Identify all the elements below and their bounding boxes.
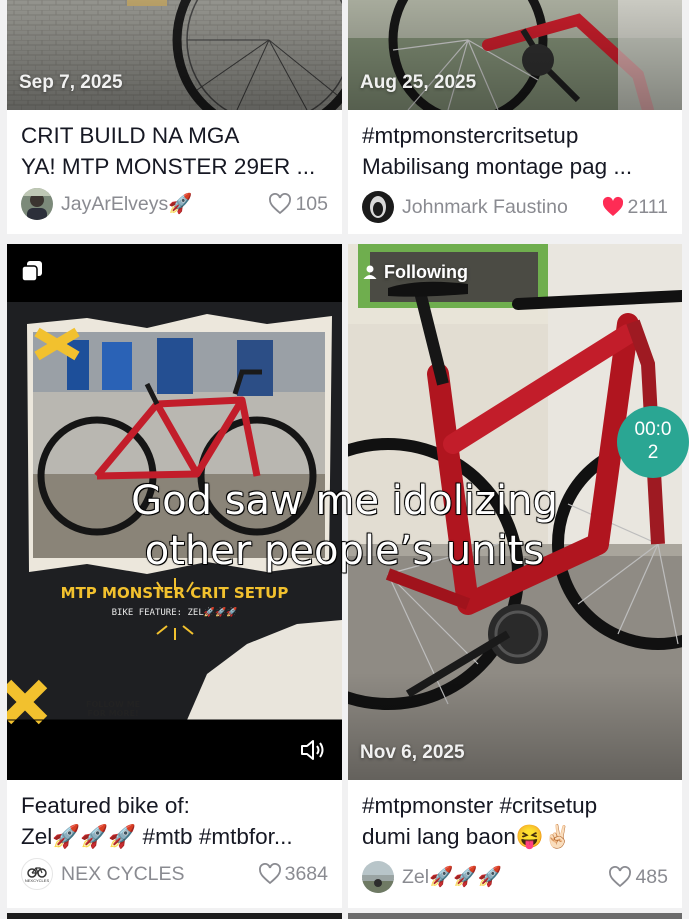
video-card-4[interactable]: Following Nov 6, 2025 #mtpmonster #crits…	[348, 244, 682, 908]
like-count-value: 485	[635, 865, 668, 888]
video-thumbnail-1[interactable]: Sep 7, 2025	[7, 0, 342, 110]
video-title-line2: dumi lang baon😝✌🏻	[362, 824, 572, 849]
video-title-line1: CRIT BUILD NA MGA	[21, 123, 240, 148]
like-count-value: 105	[295, 192, 328, 215]
like-count[interactable]: 485	[608, 866, 668, 889]
volume-icon[interactable]	[300, 738, 328, 762]
heart-outline-icon	[269, 193, 292, 215]
poster-follow-text: FOLLOW ME FOR MORE!	[85, 700, 140, 718]
like-count[interactable]: 3684	[258, 863, 328, 886]
like-count[interactable]: 105	[268, 193, 328, 216]
like-count[interactable]: 2111	[601, 195, 669, 219]
avatar[interactable]	[21, 188, 53, 220]
poster-subheading: BIKE FEATURE: ZEL🚀🚀🚀	[111, 608, 238, 618]
author-name[interactable]: Zel🚀🚀🚀	[402, 865, 608, 889]
bicycle-icon	[27, 866, 47, 878]
user-icon	[363, 265, 377, 279]
card-meta: JayArElveys🚀 105	[21, 187, 328, 221]
video-title[interactable]: #mtpmonster #critsetup dumi lang baon😝✌🏻	[362, 790, 672, 852]
video-title-line2: YA! MTP MONSTER 29ER ...	[21, 154, 316, 179]
post-date: Aug 25, 2025	[360, 72, 477, 93]
video-title-line2: Mabilisang montage pag ...	[362, 154, 633, 179]
avatar-image	[21, 188, 53, 220]
avatar[interactable]: NEXCYCLES	[21, 858, 53, 890]
video-card-2[interactable]: Aug 25, 2025 #mtpmonstercritsetup Mabili…	[348, 0, 682, 234]
multi-photo-icon	[21, 260, 43, 282]
video-title-line1: #mtpmonster #critsetup	[362, 793, 598, 818]
following-label: Following	[384, 261, 468, 282]
overlay-caption-line2: other people’s units	[144, 527, 545, 575]
video-title-line2: Zel🚀🚀🚀 #mtb #mtbfor...	[21, 824, 293, 849]
heart-outline-icon	[609, 866, 632, 888]
video-card-1[interactable]: Sep 7, 2025 CRIT BUILD NA MGA YA! MTP MO…	[7, 0, 342, 234]
recording-timer[interactable]: 00:0 2	[617, 406, 689, 478]
avatar[interactable]	[362, 861, 394, 893]
timer-line2: 2	[647, 442, 659, 463]
post-date: Nov 6, 2025	[360, 742, 465, 763]
next-card-peek-left	[7, 913, 342, 919]
timer-line1: 00:0	[634, 419, 672, 440]
next-card-peek-right	[348, 913, 682, 919]
heart-outline-icon	[258, 863, 281, 885]
post-date: Sep 7, 2025	[19, 72, 123, 93]
avatar[interactable]	[362, 191, 394, 223]
following-badge: Following	[362, 260, 468, 284]
like-count-value: 3684	[284, 862, 328, 885]
author-name[interactable]: Johnmark Faustino	[402, 196, 601, 219]
avatar-image	[362, 191, 394, 223]
video-title[interactable]: #mtpmonstercritsetup Mabilisang montage …	[362, 120, 672, 182]
video-card-3[interactable]: MTP MONSTER CRIT SETUP BIKE FEATURE: ZEL…	[7, 244, 342, 908]
video-feed-grid: Sep 7, 2025 CRIT BUILD NA MGA YA! MTP MO…	[0, 0, 689, 919]
avatar-image	[362, 861, 394, 893]
card-meta: Johnmark Faustino 2111	[362, 190, 668, 224]
video-thumbnail-2[interactable]: Aug 25, 2025	[348, 0, 682, 110]
author-name[interactable]: NEX CYCLES	[61, 863, 258, 886]
video-title-line1: Featured bike of:	[21, 793, 190, 818]
overlay-caption: God saw me idolizing other people’s unit…	[0, 476, 689, 576]
video-title-line1: #mtpmonstercritsetup	[362, 123, 579, 148]
heart-filled-icon	[602, 196, 623, 216]
video-title[interactable]: Featured bike of: Zel🚀🚀🚀 #mtb #mtbfor...	[21, 790, 332, 852]
like-count-value: 2111	[627, 195, 669, 218]
poster-heading: MTP MONSTER CRIT SETUP	[60, 584, 289, 602]
card-meta: NEXCYCLES NEX CYCLES 3684	[21, 857, 328, 891]
avatar-logo-text: NEXCYCLES	[24, 877, 50, 883]
author-name[interactable]: JayArElveys🚀	[61, 192, 268, 216]
video-title[interactable]: CRIT BUILD NA MGA YA! MTP MONSTER 29ER .…	[21, 120, 332, 182]
card-meta: Zel🚀🚀🚀 485	[362, 860, 668, 894]
overlay-caption-line1: God saw me idolizing	[130, 477, 558, 525]
